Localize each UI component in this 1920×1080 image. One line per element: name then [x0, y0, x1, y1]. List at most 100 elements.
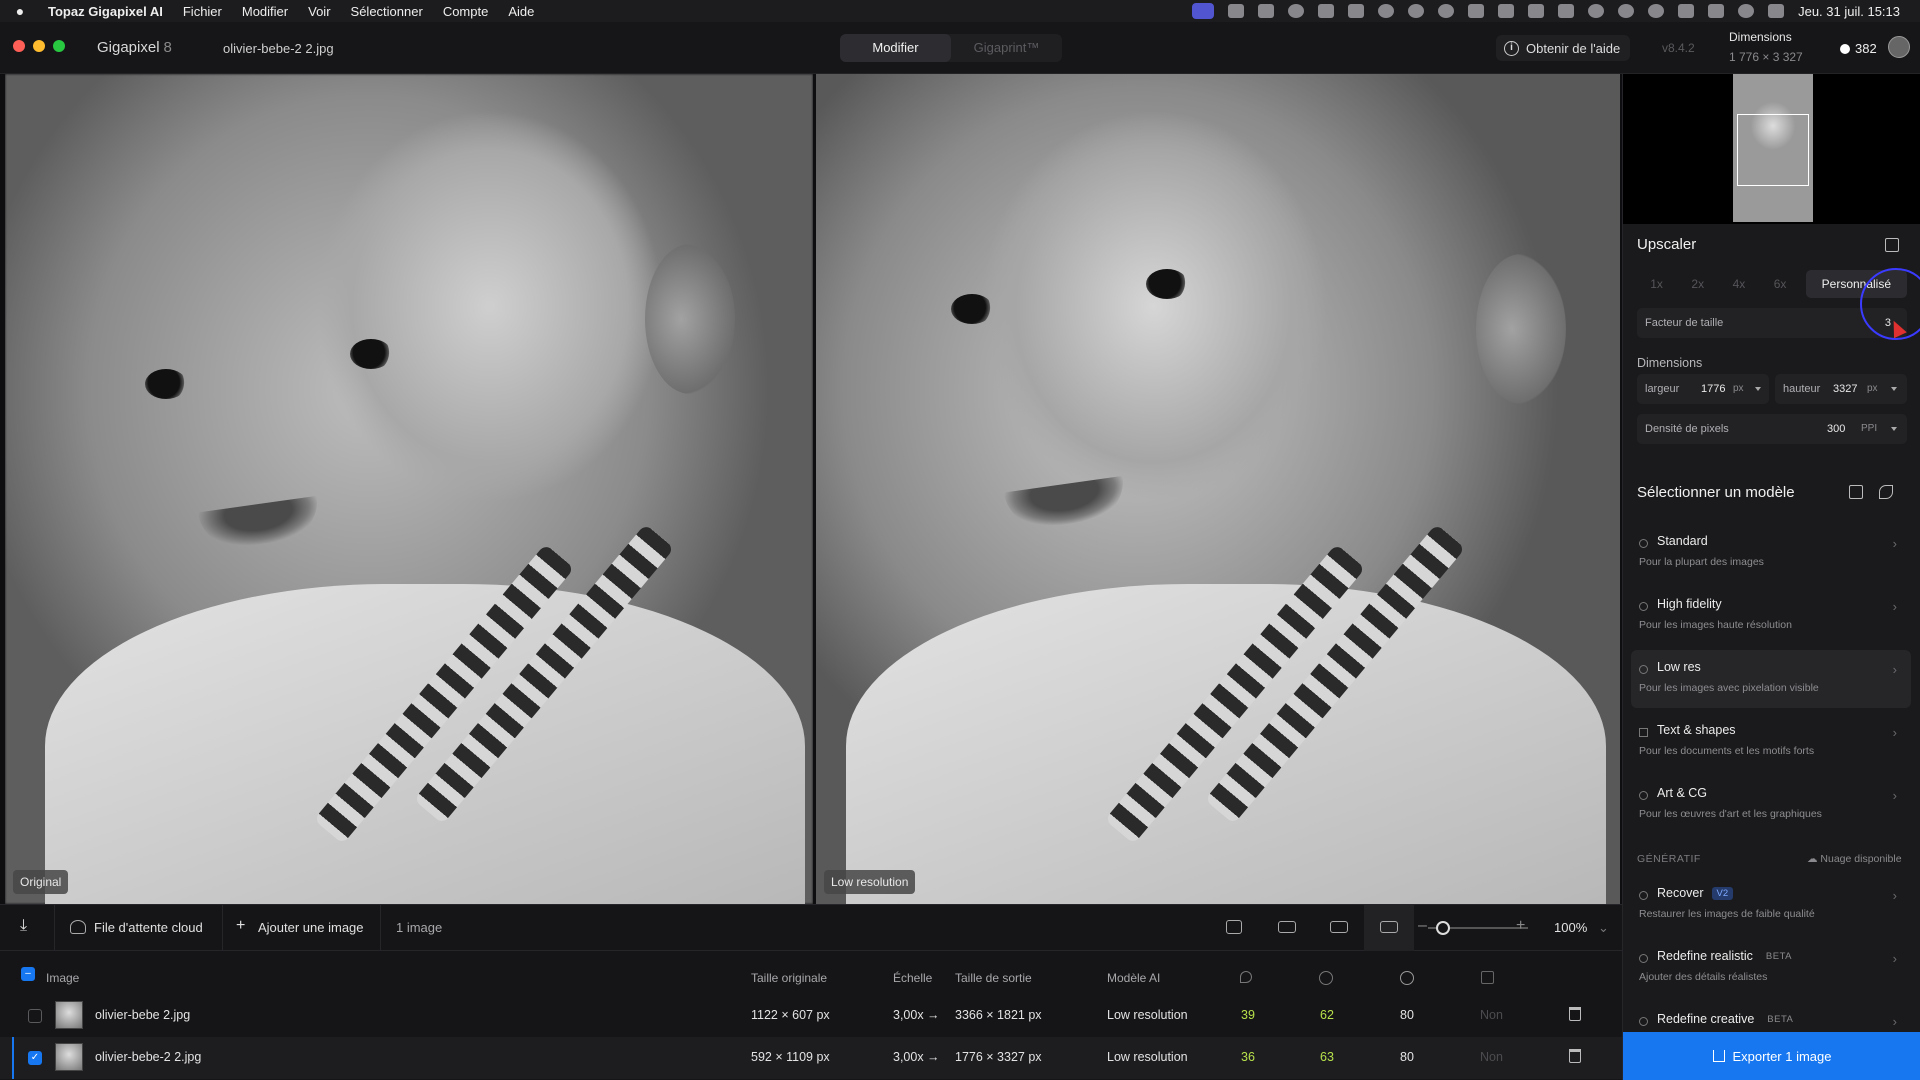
side-by-side-view-button[interactable]	[1364, 905, 1414, 951]
face-recovery-column-icon[interactable]	[1400, 971, 1414, 985]
row-checkbox[interactable]	[28, 1009, 42, 1023]
menu-app-name[interactable]: Topaz Gigapixel AI	[40, 4, 173, 19]
export-button[interactable]: Exporter 1 image	[1623, 1032, 1920, 1080]
compare-models-icon[interactable]	[1849, 485, 1863, 499]
cloud-queue-button[interactable]: File d'attente cloud	[94, 920, 203, 935]
row-thumbnail	[55, 1043, 83, 1071]
camera-icon[interactable]	[1228, 4, 1245, 18]
chevron-down-icon[interactable]: ⌄	[1598, 920, 1609, 936]
zoom-level[interactable]: 100%	[1554, 920, 1587, 935]
chevron-down-icon[interactable]	[1891, 427, 1897, 431]
zoom-window-icon[interactable]	[53, 40, 65, 52]
wifi-icon[interactable]	[1708, 4, 1725, 18]
model-text-shapes[interactable]: Text & shapes Pour les documents et les …	[1631, 713, 1911, 771]
scale-4x[interactable]: 4x	[1719, 270, 1758, 298]
menu-voir[interactable]: Voir	[298, 4, 340, 19]
width-value[interactable]: 1776	[1701, 374, 1725, 404]
column-scale[interactable]: Échelle	[893, 971, 932, 985]
menu-selectionner[interactable]: Sélectionner	[341, 4, 433, 19]
close-window-icon[interactable]	[13, 40, 25, 52]
height-value[interactable]: 3327	[1833, 374, 1857, 404]
original-image-pane[interactable]: Original	[5, 74, 813, 904]
search-icon[interactable]	[1738, 4, 1755, 18]
row-model: Low resolution	[1107, 1050, 1188, 1064]
model-recover[interactable]: Recover V2 Restaurer les images de faible…	[1631, 876, 1911, 934]
collapse-panel-icon[interactable]: ⤓	[20, 917, 27, 935]
tray-app-icon[interactable]	[1288, 4, 1305, 18]
column-original-size[interactable]: Taille originale	[751, 971, 827, 985]
select-all-checkbox[interactable]: –	[21, 967, 35, 981]
table-row[interactable]: olivier-bebe 2.jpg 1122 × 607 px 3,00x →…	[0, 995, 1622, 1037]
play-icon[interactable]	[1618, 4, 1635, 18]
density-value[interactable]: 300	[1827, 414, 1845, 444]
time-machine-icon[interactable]	[1648, 4, 1665, 18]
control-center-icon[interactable]	[1768, 4, 1785, 18]
model-redefine-creative[interactable]: Redefine creative BETA ›	[1631, 1002, 1911, 1032]
tray-app-icon[interactable]	[1258, 4, 1275, 18]
trash-icon[interactable]	[1569, 1049, 1581, 1063]
scale-2x[interactable]: 2x	[1678, 270, 1717, 298]
clipboard-icon[interactable]	[1528, 4, 1545, 18]
column-image[interactable]: Image	[46, 971, 79, 985]
lightning-icon[interactable]	[1879, 485, 1893, 499]
row-model: Low resolution	[1107, 1008, 1188, 1022]
sharpen-column-icon[interactable]	[1319, 971, 1333, 985]
tray-app-icon[interactable]	[1378, 4, 1395, 18]
split-view-icon[interactable]	[1330, 921, 1348, 933]
chevron-down-icon[interactable]	[1755, 387, 1761, 391]
scale-1x[interactable]: 1x	[1637, 270, 1676, 298]
trash-icon[interactable]	[1569, 1007, 1581, 1021]
model-art-cg[interactable]: Art & CG Pour les œuvres d'art et les gr…	[1631, 776, 1911, 834]
model-high-fidelity[interactable]: High fidelity Pour les images haute réso…	[1631, 587, 1911, 645]
tray-app-icon[interactable]	[1468, 4, 1485, 18]
cloud-queue-icon[interactable]	[70, 920, 86, 934]
credits-counter[interactable]: 382	[1840, 41, 1877, 56]
apple-icon[interactable]: ●	[0, 3, 40, 19]
height-field[interactable]: hauteur 3327 px	[1775, 374, 1907, 404]
navigator-viewport[interactable]	[1737, 114, 1809, 186]
preview-image-pane[interactable]: Low resolution	[816, 74, 1620, 904]
command-icon[interactable]	[1348, 4, 1365, 18]
denoise-column-icon[interactable]	[1240, 971, 1252, 983]
single-view-icon[interactable]	[1278, 921, 1296, 933]
zoom-out-icon[interactable]: –	[1418, 917, 1427, 935]
add-image-button[interactable]: Ajouter une image	[258, 920, 364, 935]
zoom-slider-handle[interactable]	[1436, 921, 1450, 935]
version-badge: V2	[1711, 887, 1734, 900]
zoom-in-icon[interactable]: +	[1516, 917, 1525, 935]
tab-modifier[interactable]: Modifier	[840, 34, 951, 62]
plus-icon[interactable]: +	[236, 917, 245, 935]
minimize-window-icon[interactable]	[33, 40, 45, 52]
chevron-down-icon[interactable]	[1891, 387, 1897, 391]
flame-icon[interactable]	[1318, 4, 1335, 18]
export-icon	[1712, 1050, 1725, 1062]
row-checkbox[interactable]: ✓	[28, 1051, 42, 1065]
screen-record-icon[interactable]	[1192, 3, 1215, 19]
model-standard[interactable]: Standard Pour la plupart des images ›	[1631, 524, 1911, 582]
density-field[interactable]: Densité de pixels 300 PPI	[1637, 414, 1907, 444]
menu-compte[interactable]: Compte	[433, 4, 499, 19]
face-detect-icon[interactable]	[1226, 920, 1242, 934]
tray-app-icon[interactable]	[1438, 4, 1455, 18]
compression-column-icon[interactable]	[1481, 971, 1494, 984]
scale-6x[interactable]: 6x	[1761, 270, 1800, 298]
tab-gigaprint[interactable]: Gigaprint™	[951, 34, 1062, 62]
help-button[interactable]: i Obtenir de l'aide	[1496, 35, 1631, 61]
menu-modifier[interactable]: Modifier	[232, 4, 298, 19]
column-output-size[interactable]: Taille de sortie	[955, 971, 1032, 985]
crop-icon[interactable]	[1885, 238, 1899, 252]
model-low-res[interactable]: Low res Pour les images avec pixelation …	[1631, 650, 1911, 708]
menu-aide[interactable]: Aide	[498, 4, 544, 19]
tray-app-icon[interactable]	[1588, 4, 1605, 18]
menu-fichier[interactable]: Fichier	[173, 4, 232, 19]
column-ai-model[interactable]: Modèle AI	[1107, 971, 1160, 985]
table-row[interactable]: ✓ olivier-bebe-2 2.jpg 592 × 1109 px 3,0…	[0, 1037, 1622, 1079]
battery-icon[interactable]	[1678, 4, 1695, 18]
avatar[interactable]	[1888, 36, 1910, 58]
tray-app-icon[interactable]	[1558, 4, 1575, 18]
width-field[interactable]: largeur 1776 px	[1637, 374, 1769, 404]
tray-app-icon[interactable]	[1408, 4, 1425, 18]
menubar-clock[interactable]: Jeu. 31 juil. 15:13	[1798, 4, 1900, 19]
tray-app-icon[interactable]	[1498, 4, 1515, 18]
model-redefine-realistic[interactable]: Redefine realistic BETA Ajouter des détai…	[1631, 939, 1911, 997]
